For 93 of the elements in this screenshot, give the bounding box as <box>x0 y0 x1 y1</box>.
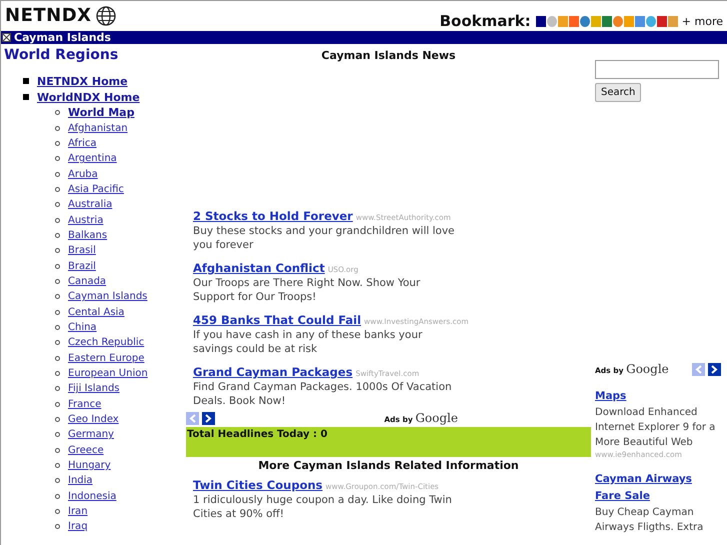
bullet-icon <box>55 524 60 530</box>
search-button[interactable]: Search <box>595 83 642 102</box>
bookmark-site-icon[interactable] <box>536 16 546 26</box>
more-link[interactable]: + more <box>682 14 723 28</box>
bullet-icon <box>55 448 60 453</box>
ad-description: 1 ridiculously huge coupon a day. Like doing Twin Cities at 90% off! <box>193 494 453 521</box>
page-title: Cayman Islands <box>14 31 111 44</box>
ad-description: If you have cash in any of these banks your savings could be at risk <box>193 329 424 356</box>
sidebar-link[interactable]: Africa <box>68 138 97 149</box>
sidebar-link[interactable]: Brazil <box>68 260 96 272</box>
ad-description: Download Enhanced Internet Explorer 9 for a More Beautiful Web <box>595 406 716 450</box>
sidebar-link[interactable]: Afghanistan <box>68 122 128 134</box>
sidebar-heading: World Regions <box>3 46 120 65</box>
chevron-right-icon <box>205 414 212 422</box>
bullet-icon <box>55 478 60 484</box>
site-logo[interactable]: NETNDX <box>5 5 92 26</box>
sidebar-link[interactable]: European Union <box>68 368 148 380</box>
bullet-icon <box>55 186 60 192</box>
sidebar-link[interactable]: Iran <box>68 506 88 518</box>
bookmark-label: Bookmark: <box>440 12 531 30</box>
chevron-right-icon <box>711 364 718 374</box>
chevron-left-icon <box>695 364 702 374</box>
ad-link[interactable]: Cayman Airways Fare Sale <box>595 471 717 505</box>
bullet-icon <box>55 509 60 514</box>
sidebar-link[interactable]: Fiji Islands <box>68 383 120 394</box>
ad-link[interactable]: Afghanistan Conflict <box>193 261 325 275</box>
chevron-left-icon <box>189 414 196 422</box>
bullet-icon <box>55 278 60 284</box>
broken-image-icon <box>2 33 11 42</box>
sidebar-link[interactable]: Balkans <box>68 230 108 241</box>
bullet-icon <box>55 417 60 422</box>
ad-description: Buy Cheap Cayman Airways Fligths. Extra <box>595 506 704 535</box>
bullet-icon <box>23 78 29 84</box>
ad-link[interactable]: Grand Cayman Packages <box>193 365 353 379</box>
ad-description: Our Troops are There Right Now. Show Your Support for Our Troops! <box>193 277 422 304</box>
ad-description: Buy these stocks and your grandchildren will love you forever <box>193 225 456 252</box>
bullet-icon <box>55 294 60 300</box>
bullet-icon <box>55 202 60 208</box>
sidebar-link[interactable]: France <box>68 398 102 410</box>
bullet-icon <box>55 218 60 223</box>
section-heading: Cayman Islands News <box>320 49 457 64</box>
sidebar-link[interactable]: Eastern Europe <box>68 352 144 364</box>
search-field[interactable] <box>595 60 719 79</box>
sidebar-link[interactable]: Australia <box>68 199 112 210</box>
next-button[interactable] <box>202 412 215 424</box>
sidebar-link[interactable]: NETNDX Home <box>37 74 128 88</box>
bullet-icon <box>55 172 60 177</box>
sidebar-link[interactable]: Austria <box>68 214 104 226</box>
bullet-icon <box>55 310 60 315</box>
sidebar-link[interactable]: Germany <box>68 429 114 440</box>
sidebar-link[interactable]: Iraq <box>68 521 88 532</box>
sidebar-link[interactable]: Geo Index <box>68 414 119 426</box>
sidebar-link[interactable]: WorldNDX Home <box>37 90 140 104</box>
ad-link[interactable]: Twin Cities Coupons <box>193 478 322 492</box>
bullet-icon <box>55 356 60 361</box>
sidebar-link[interactable]: India <box>68 475 93 486</box>
sidebar-link[interactable]: Argentina <box>68 153 117 164</box>
sidebar-link[interactable]: World Map <box>68 106 134 120</box>
bullet-icon <box>55 248 60 254</box>
bullet-icon <box>55 386 60 392</box>
globe-icon <box>96 6 116 26</box>
bullet-icon <box>55 463 60 468</box>
sidebar-link[interactable]: Brasil <box>68 245 96 256</box>
bullet-icon <box>55 264 60 269</box>
ad-link[interactable]: 2 Stocks to Hold Forever <box>193 209 353 223</box>
sidebar-link[interactable]: Czech Republic <box>68 337 144 348</box>
bullet-icon <box>55 494 60 499</box>
sidebar-link[interactable]: Canada <box>68 276 106 287</box>
sidebar-link[interactable]: Hungary <box>68 460 111 472</box>
sidebar-link[interactable]: Indonesia <box>68 490 116 502</box>
sidebar-link[interactable]: Greece <box>68 444 104 456</box>
ad-link[interactable]: 459 Banks That Could Fail <box>193 313 362 327</box>
headline-count: Total Headlines Today : 0 <box>186 427 591 457</box>
bullet-icon <box>55 232 60 238</box>
bullet-icon <box>55 324 60 330</box>
ad-link[interactable]: Maps <box>595 388 717 405</box>
section-heading: More Cayman Islands Related Information <box>257 459 520 472</box>
bullet-icon <box>55 140 60 146</box>
bullet-icon <box>55 340 60 346</box>
sidebar-link[interactable]: Cayman Islands <box>68 291 148 302</box>
sidebar-link[interactable]: Asia Pacific <box>68 184 124 195</box>
bullet-icon <box>55 371 60 376</box>
sidebar-link[interactable]: Cental Asia <box>68 306 124 318</box>
bullet-icon <box>23 94 29 100</box>
bullet-icon <box>55 402 60 407</box>
bullet-icon <box>55 156 60 162</box>
bullet-icon <box>55 110 60 116</box>
ad-description: Find Grand Cayman Packages. 1000s Of Vacation Deals. Book Now! <box>193 381 453 408</box>
bullet-icon <box>55 432 60 438</box>
sidebar-link[interactable]: China <box>68 322 97 333</box>
next-button[interactable] <box>708 362 721 376</box>
sidebar-link[interactable]: Aruba <box>68 168 98 180</box>
bullet-icon <box>55 126 60 131</box>
